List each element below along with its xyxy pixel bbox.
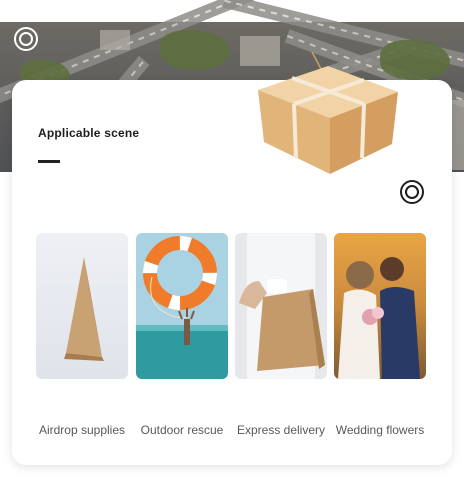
scene-label-delivery: Express delivery (236, 423, 326, 437)
scene-image-airdrop (36, 233, 128, 379)
heading-underline (38, 160, 60, 163)
scene-label-airdrop: Airdrop supplies (38, 423, 126, 437)
scene-image-rescue (136, 233, 228, 379)
scene-image-wedding (334, 233, 426, 379)
concentric-ring-icon (14, 27, 38, 51)
concentric-ring-icon (400, 180, 424, 204)
kraft-paper-box-image (252, 51, 400, 180)
scene-label-wedding: Wedding flowers (335, 423, 425, 437)
scene-image-delivery (235, 233, 327, 379)
section-heading: Applicable scene (38, 126, 140, 140)
scene-label-rescue: Outdoor rescue (140, 423, 224, 437)
